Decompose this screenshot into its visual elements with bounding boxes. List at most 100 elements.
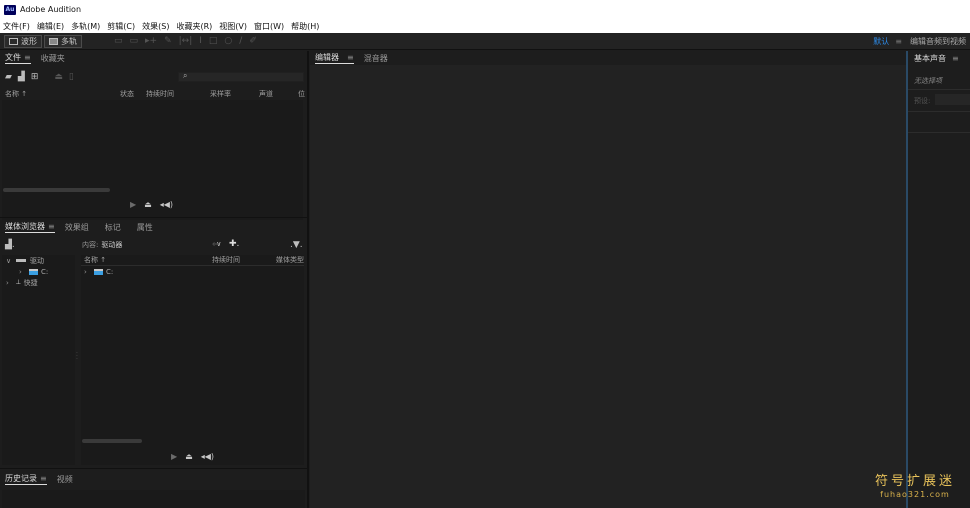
tree-item-c-drive[interactable]: › C:	[2, 266, 75, 277]
preset-dropdown[interactable]	[935, 94, 970, 105]
column-status[interactable]: 状态	[120, 89, 134, 99]
add-shortcut-icon[interactable]: ✚.	[229, 239, 239, 249]
tab-effects-rack[interactable]: 效果组	[65, 222, 89, 233]
slip-tool-icon[interactable]: |↔|	[179, 36, 193, 46]
waveform-view-button[interactable]: 波形	[4, 34, 42, 48]
files-horizontal-scrollbar[interactable]	[3, 188, 110, 192]
menu-effects[interactable]: 效果(S)	[142, 21, 169, 32]
razor-tool-icon[interactable]: ✎	[164, 36, 172, 46]
lasso-tool-icon[interactable]: ○	[224, 36, 232, 46]
divider[interactable]	[0, 468, 307, 469]
tab-mixer[interactable]: 混音器	[364, 53, 388, 64]
menu-favorites[interactable]: 收藏夹(R)	[176, 21, 212, 32]
files-column-header: 名称 ↑ 状态 持续时间 采样率 声道 位	[5, 88, 305, 99]
chevron-right-icon[interactable]: ›	[6, 279, 16, 287]
chevron-right-icon[interactable]: ›	[84, 268, 94, 276]
tab-properties[interactable]: 属性	[137, 222, 153, 233]
files-panel-tabs: 文件 ≡ 收藏夹	[0, 51, 307, 65]
move-tool-icon[interactable]: ▸+	[145, 36, 157, 46]
menu-multitrack[interactable]: 多轨(M)	[71, 21, 100, 32]
tab-files[interactable]: 文件 ≡	[5, 52, 31, 64]
no-selection-text: 无选择项	[914, 77, 942, 85]
spot-healing-icon[interactable]: ✐	[249, 36, 257, 46]
workspace-default[interactable]: 默认	[873, 36, 889, 47]
shortcut-icon: ⟂	[16, 278, 21, 286]
menu-view[interactable]: 视图(V)	[219, 21, 247, 32]
back-arrow-icon[interactable]: ⇐	[212, 240, 220, 250]
tree-item-shortcuts[interactable]: › ⟂ 快捷	[2, 277, 75, 288]
menu-file[interactable]: 文件(F)	[3, 21, 30, 32]
drive-group-icon	[16, 259, 26, 262]
tab-video[interactable]: 视频	[57, 474, 73, 485]
autoplay-speaker-icon[interactable]: ◂◀)	[201, 452, 214, 461]
divider[interactable]	[307, 51, 309, 508]
tab-history[interactable]: 历史记录 ≡	[5, 473, 47, 485]
tree-item-drives[interactable]: ∨ 驱动	[2, 255, 75, 266]
brush-tool-icon[interactable]: /	[239, 36, 242, 46]
multitrack-label: 多轨	[61, 36, 77, 46]
column-bits[interactable]: 位	[298, 89, 305, 99]
files-transport: ▶ ⏏ ◂◀)	[130, 200, 173, 209]
essential-sound-tabs: 基本声音 ≡	[908, 51, 970, 65]
tab-editor[interactable]: 编辑器 ≡	[315, 52, 354, 64]
content-dropdown[interactable]: 驱动器 ∨	[101, 240, 221, 250]
column-media-type[interactable]: 媒体类型	[276, 255, 304, 265]
files-search-input[interactable]: ⌕	[178, 71, 304, 82]
window-title: Adobe Audition	[20, 5, 82, 14]
panel-menu-icon[interactable]: ≡	[347, 53, 354, 62]
chevron-right-icon[interactable]: ›	[19, 268, 29, 276]
media-file-list: 名称 ↑ 持续时间 媒体类型 › C:	[81, 255, 304, 465]
marquee-tool-icon[interactable]: □	[209, 36, 218, 46]
column-name[interactable]: 名称 ↑	[5, 89, 27, 99]
open-folder-icon[interactable]: ▰	[5, 72, 12, 82]
drive-toggle-icon[interactable]: ▟.	[5, 240, 15, 250]
divider[interactable]	[0, 217, 307, 218]
panel-menu-icon[interactable]: ≡	[48, 222, 55, 231]
list-item[interactable]: › C:	[81, 266, 304, 277]
menu-clip[interactable]: 剪辑(C)	[107, 21, 135, 32]
chevron-down-icon[interactable]: ∨	[6, 257, 16, 265]
search-icon: ⌕	[183, 71, 188, 80]
column-name[interactable]: 名称 ↑	[84, 255, 106, 265]
menu-window[interactable]: 窗口(W)	[254, 21, 284, 32]
tab-markers[interactable]: 标记	[105, 222, 121, 233]
import-icon[interactable]: ▟	[18, 72, 25, 82]
play-icon[interactable]: ▶	[171, 452, 177, 461]
panel-menu-icon[interactable]: ≡	[24, 53, 31, 62]
export-icon[interactable]: ⏏	[144, 200, 152, 209]
column-duration[interactable]: 持续时间	[146, 89, 174, 99]
filter-icon[interactable]: .▼.	[290, 240, 303, 250]
spectral-pitch-icon[interactable]: ▭	[130, 36, 139, 46]
tree-splitter[interactable]: · · ·	[76, 255, 80, 465]
hard-drive-icon	[29, 268, 38, 275]
column-sample-rate[interactable]: 采样率	[210, 89, 231, 99]
tab-media-browser[interactable]: 媒体浏览器 ≡	[5, 221, 55, 233]
menu-edit[interactable]: 编辑(E)	[37, 21, 64, 32]
panel-menu-icon[interactable]: ≡	[40, 474, 47, 483]
spectral-frequency-icon[interactable]: ▭	[114, 36, 123, 46]
workspace-edit-audio-to-video[interactable]: 编辑音频到视频	[910, 36, 966, 47]
insert-icon[interactable]: ⏏	[54, 72, 63, 82]
new-file-icon[interactable]: ⊞	[31, 72, 39, 82]
divider	[908, 111, 970, 112]
media-column-header: 名称 ↑ 持续时间 媒体类型	[81, 255, 304, 266]
panel-menu-icon[interactable]: ≡	[952, 54, 959, 63]
time-selection-icon[interactable]: I	[199, 36, 202, 46]
menu-help[interactable]: 帮助(H)	[291, 21, 319, 32]
media-browser-tabs: 媒体浏览器 ≡ 效果组 标记 属性	[0, 220, 307, 234]
autoplay-speaker-icon[interactable]: ◂◀)	[160, 200, 173, 209]
tab-essential-sound[interactable]: 基本声音 ≡	[914, 53, 959, 64]
delete-icon[interactable]: ▯	[69, 72, 74, 82]
multitrack-icon	[49, 37, 58, 45]
export-icon[interactable]: ⏏	[185, 452, 193, 461]
play-icon[interactable]: ▶	[130, 200, 136, 209]
multitrack-view-button[interactable]: 多轨	[44, 34, 82, 48]
column-channels[interactable]: 声道	[259, 89, 273, 99]
column-duration[interactable]: 持续时间	[212, 255, 240, 265]
media-horizontal-scrollbar[interactable]	[82, 439, 142, 443]
tab-favorites[interactable]: 收藏夹	[41, 53, 65, 64]
hard-drive-icon	[94, 268, 103, 275]
workspace-menu-icon[interactable]: ≡	[895, 37, 902, 46]
history-list	[2, 490, 305, 508]
audition-app-icon: Au	[4, 4, 16, 15]
